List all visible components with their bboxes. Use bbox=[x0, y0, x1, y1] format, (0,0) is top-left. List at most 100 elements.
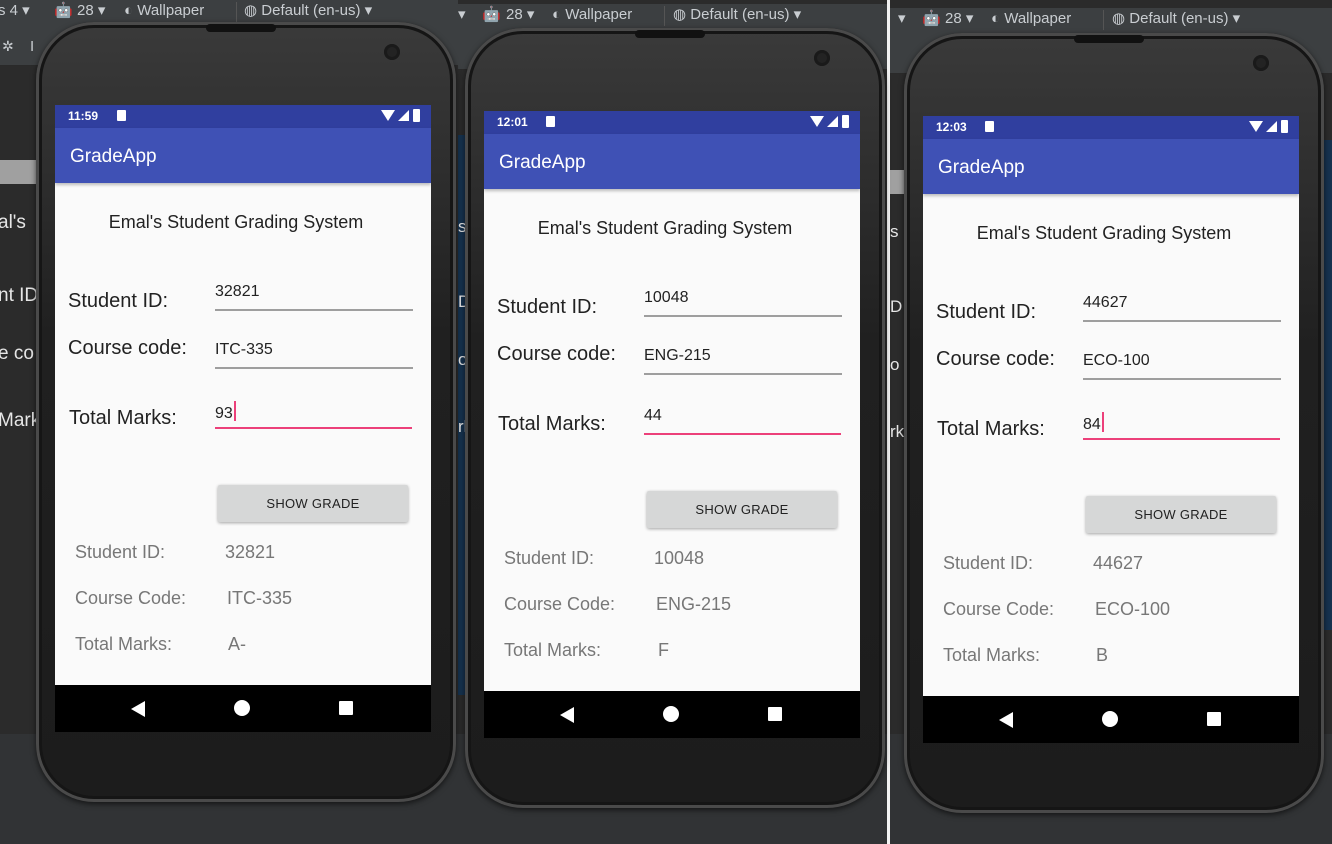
status-bar: 12:03 bbox=[923, 116, 1299, 139]
signal-icon bbox=[1266, 121, 1277, 132]
student-id-input[interactable]: 32821 bbox=[215, 283, 413, 311]
course-code-input[interactable]: ECO-100 bbox=[1083, 352, 1281, 380]
ghost-label-3: o bbox=[890, 355, 900, 374]
globe-icon: ◍ bbox=[673, 6, 687, 23]
android-icon: 🤖 bbox=[54, 2, 73, 19]
text-cursor-icon[interactable]: Ⅰ bbox=[30, 38, 34, 55]
result-student-id-value: 44627 bbox=[1093, 553, 1144, 573]
course-code-input[interactable]: ITC-335 bbox=[215, 341, 413, 369]
android-icon: 🤖 bbox=[482, 6, 501, 23]
student-id-input[interactable]: 44627 bbox=[1083, 294, 1281, 322]
sd-card-icon bbox=[546, 116, 555, 127]
student-id-value: 10048 bbox=[644, 289, 689, 306]
recents-icon[interactable] bbox=[768, 707, 782, 721]
course-code-value: ECO-100 bbox=[1083, 352, 1150, 369]
signal-icon bbox=[827, 116, 838, 127]
phone-screen: 12:03 GradeApp Emal's Student Grading Sy… bbox=[923, 116, 1299, 743]
result-course-code-value: ECO-100 bbox=[1095, 599, 1171, 619]
result-course-code-value: ITC-335 bbox=[227, 588, 293, 608]
status-time: 12:03 bbox=[936, 120, 967, 134]
total-marks-input[interactable]: 84 bbox=[1083, 412, 1280, 440]
status-bar: 11:59 bbox=[55, 105, 431, 128]
globe-icon: ◍ bbox=[1112, 10, 1126, 27]
result-course-code-label: Course Code: bbox=[504, 594, 616, 614]
result-grade-value: B bbox=[1096, 645, 1109, 665]
app-bar: GradeApp bbox=[484, 134, 860, 189]
app-bar: GradeApp bbox=[923, 139, 1299, 194]
status-time: 12:01 bbox=[497, 115, 528, 129]
student-id-label: Student ID: bbox=[497, 296, 598, 318]
total-marks-value: 93 bbox=[215, 401, 236, 423]
home-icon[interactable] bbox=[663, 706, 679, 722]
text-cursor bbox=[1101, 412, 1104, 432]
result-grade-value: A- bbox=[228, 634, 246, 654]
pan-icon[interactable]: ✲ bbox=[2, 38, 14, 55]
total-marks-input[interactable]: 44 bbox=[644, 407, 841, 435]
show-grade-button[interactable]: SHOW GRADE bbox=[1086, 496, 1276, 533]
phone-emulator-3: 12:03 GradeApp Emal's Student Grading Sy… bbox=[904, 33, 1324, 813]
result-student-id-value: 32821 bbox=[225, 542, 276, 562]
student-id-value: 44627 bbox=[1083, 294, 1128, 311]
battery-icon bbox=[413, 109, 420, 122]
result-grade-value: F bbox=[658, 640, 669, 660]
back-icon[interactable] bbox=[999, 712, 1013, 728]
page-heading: Emal's Student Grading System bbox=[976, 223, 1232, 243]
battery-icon bbox=[842, 115, 849, 128]
device-selector[interactable]: ▾ bbox=[458, 4, 466, 34]
home-icon[interactable] bbox=[1102, 711, 1118, 727]
result-course-code-label: Course Code: bbox=[75, 588, 187, 608]
result-student-id-label: Student ID: bbox=[75, 542, 166, 562]
result-total-marks-label: Total Marks: bbox=[75, 634, 173, 654]
ghost-label-3: e co bbox=[0, 343, 34, 364]
course-code-label: Course code: bbox=[497, 343, 616, 365]
back-icon[interactable] bbox=[560, 707, 574, 723]
phone-emulator-2: 12:01 GradeApp Emal's Student Grading Sy… bbox=[465, 28, 885, 808]
total-marks-label: Total Marks: bbox=[498, 413, 606, 435]
ghost-label-2: nt ID bbox=[0, 285, 39, 306]
ghost-label-2: D bbox=[890, 297, 903, 316]
wifi-icon bbox=[810, 116, 824, 127]
signal-icon bbox=[398, 110, 409, 121]
student-id-label: Student ID: bbox=[68, 290, 169, 312]
total-marks-input[interactable]: 93 bbox=[215, 401, 412, 429]
result-student-id-label: Student ID: bbox=[943, 553, 1034, 573]
android-icon: 🤖 bbox=[922, 10, 941, 27]
course-code-value: ENG-215 bbox=[644, 347, 711, 364]
result-student-id-label: Student ID: bbox=[504, 548, 595, 568]
show-grade-button[interactable]: SHOW GRADE bbox=[218, 485, 408, 522]
student-id-value: 32821 bbox=[215, 283, 260, 300]
device-selector[interactable]: s 4 ▾ bbox=[0, 0, 30, 30]
nav-bar bbox=[55, 685, 431, 732]
app-bar: GradeApp bbox=[55, 128, 431, 183]
status-bar: 12:01 bbox=[484, 111, 860, 134]
result-total-marks-label: Total Marks: bbox=[943, 645, 1041, 665]
student-id-input[interactable]: 10048 bbox=[644, 289, 842, 317]
course-code-label: Course code: bbox=[68, 337, 187, 359]
phone-screen: 11:59 GradeApp Emal's Student Grading Sy… bbox=[55, 105, 431, 732]
back-icon[interactable] bbox=[131, 701, 145, 717]
wallpaper-icon: ◐ bbox=[552, 6, 562, 23]
app-title: GradeApp bbox=[938, 157, 1025, 178]
battery-icon bbox=[1281, 120, 1288, 133]
page-heading: Emal's Student Grading System bbox=[537, 218, 793, 238]
phone-screen: 12:01 GradeApp Emal's Student Grading Sy… bbox=[484, 111, 860, 738]
ghost-label-1: s bbox=[890, 222, 899, 241]
front-camera bbox=[1253, 55, 1269, 71]
ghost-label-1: al's bbox=[0, 212, 26, 233]
device-selector[interactable]: ▾ bbox=[898, 8, 906, 38]
front-camera bbox=[384, 44, 400, 60]
total-marks-value: 84 bbox=[1083, 412, 1104, 434]
result-course-code-value: ENG-215 bbox=[656, 594, 732, 614]
sd-card-icon bbox=[117, 110, 126, 121]
home-icon[interactable] bbox=[234, 700, 250, 716]
course-code-label: Course code: bbox=[936, 348, 1055, 370]
recents-icon[interactable] bbox=[339, 701, 353, 715]
course-code-value: ITC-335 bbox=[215, 341, 273, 358]
show-grade-button[interactable]: SHOW GRADE bbox=[647, 491, 837, 528]
recents-icon[interactable] bbox=[1207, 712, 1221, 726]
phone-emulator-1: 11:59 GradeApp Emal's Student Grading Sy… bbox=[36, 22, 456, 802]
sd-card-icon bbox=[985, 121, 994, 132]
course-code-input[interactable]: ENG-215 bbox=[644, 347, 842, 375]
front-camera bbox=[814, 50, 830, 66]
app-title: GradeApp bbox=[70, 146, 157, 167]
